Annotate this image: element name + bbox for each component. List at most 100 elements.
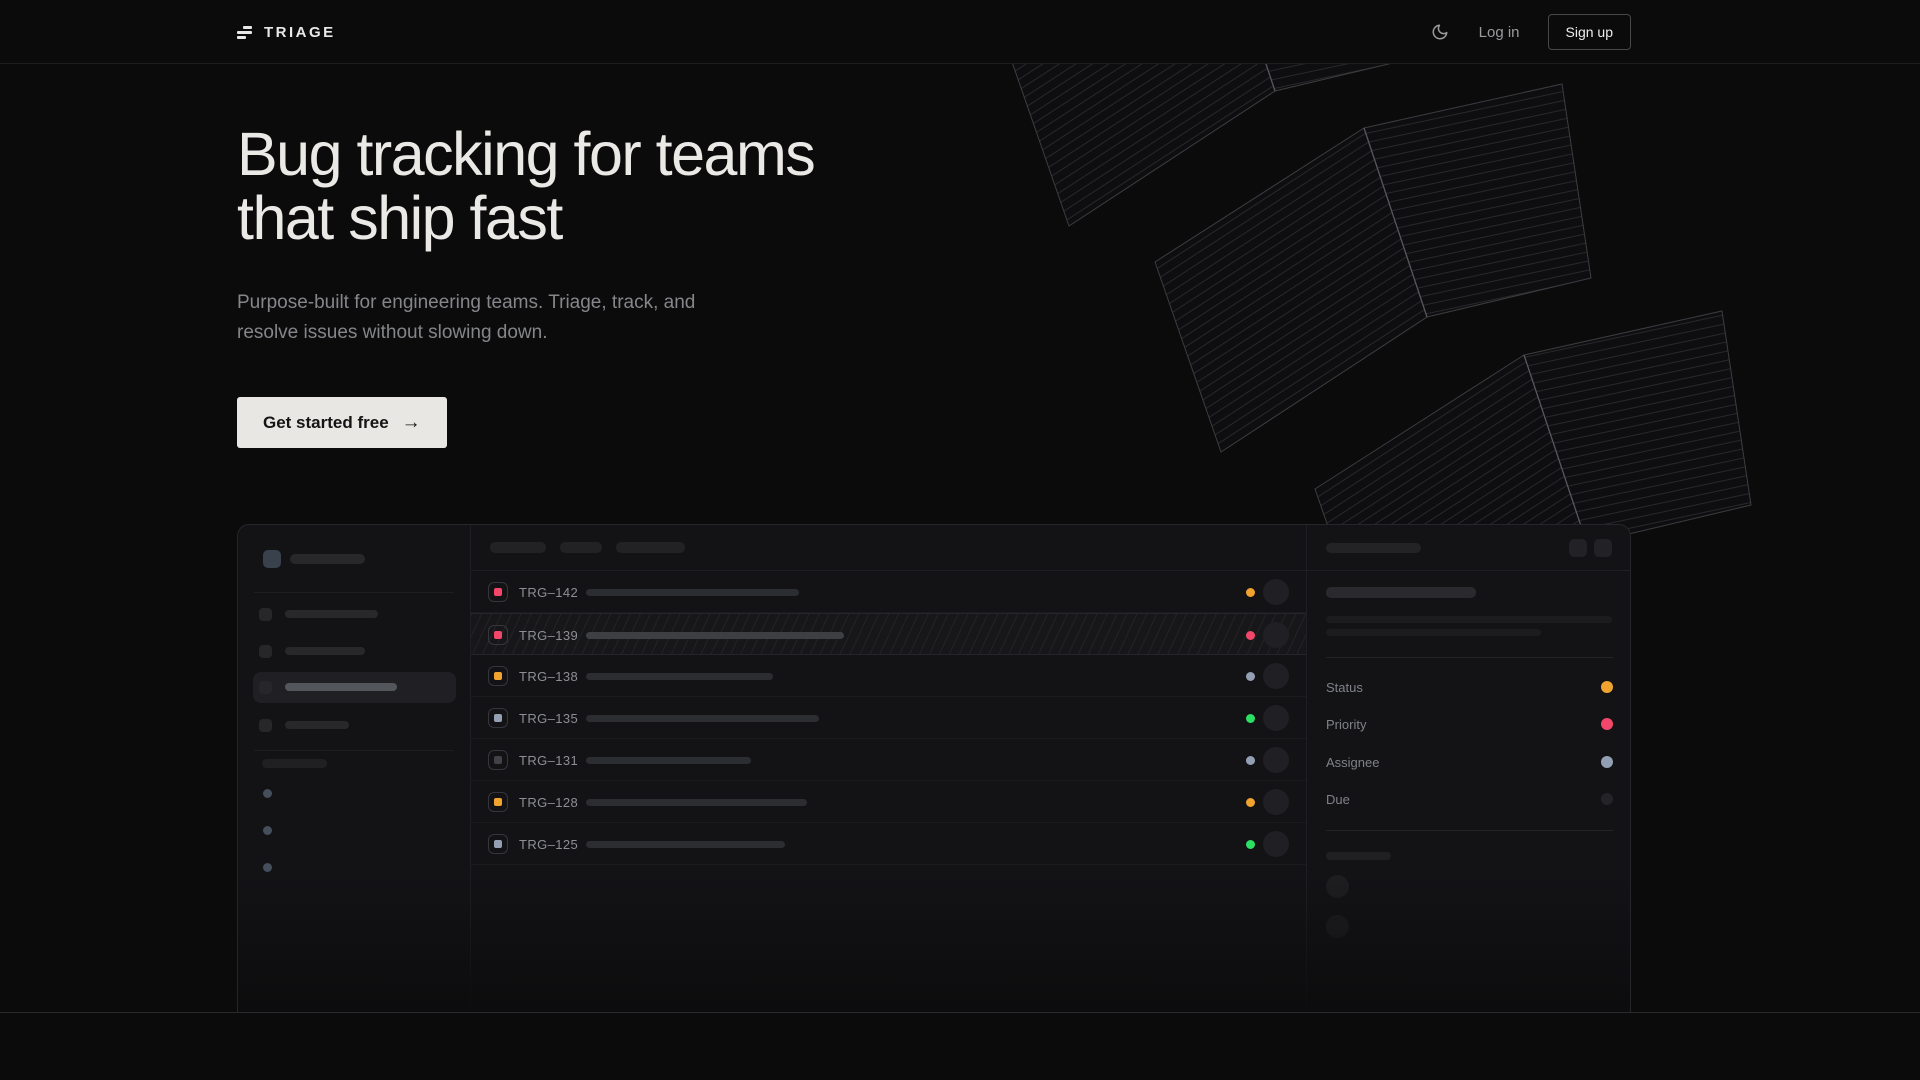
filter-skeleton: [616, 542, 685, 553]
issue-avatar: [1263, 622, 1289, 648]
issue-id: TRG–128: [519, 795, 578, 810]
landing-page: TRIAGE Log in Sign up Bug tracking for t…: [0, 0, 1920, 1080]
theme-toggle-button[interactable]: [1431, 22, 1451, 42]
mockup-detail-panel: Status Priority Assignee Due: [1307, 525, 1631, 1013]
subtitle-line-2: resolve issues without slowing down.: [237, 322, 548, 343]
detail-issue-title-skeleton: [1326, 587, 1476, 598]
issue-type-icon: [488, 750, 508, 770]
headline-line-2: that ship fast: [237, 184, 562, 252]
activity-avatar: [1326, 875, 1349, 898]
nav-item-skeleton: [285, 683, 397, 691]
nav-item-icon: [259, 608, 272, 621]
issue-status-dot: [1246, 672, 1255, 681]
issue-type-icon: [488, 582, 508, 602]
triage-logo-icon: [237, 26, 252, 39]
detail-field-due: Due: [1307, 789, 1631, 809]
sidebar-bullet: [263, 789, 272, 798]
sidebar-nav-item: [253, 636, 456, 667]
hero-subtitle: Purpose-built for engineering teams. Tri…: [237, 288, 695, 348]
get-started-button[interactable]: Get started free →: [237, 397, 447, 448]
issue-type-icon: [488, 666, 508, 686]
sidebar-divider: [254, 750, 454, 751]
get-started-label: Get started free: [263, 413, 389, 433]
mockup-sidebar: [238, 525, 471, 1013]
list-header: [471, 525, 1306, 571]
sidebar-nav-item-active: [253, 672, 456, 703]
workspace-name-skeleton: [290, 554, 365, 564]
detail-action-button: [1569, 539, 1587, 557]
detail-field-priority: Priority: [1307, 714, 1631, 734]
issue-id: TRG–139: [519, 628, 578, 643]
issue-row: TRG–142: [471, 571, 1306, 613]
issue-type-icon: [488, 708, 508, 728]
detail-field-status: Status: [1307, 677, 1631, 697]
detail-field-assignee: Assignee: [1307, 752, 1631, 772]
headline-line-1: Bug tracking for teams: [237, 120, 814, 188]
field-label: Due: [1326, 792, 1350, 807]
issue-row-selected: TRG–139: [471, 613, 1306, 655]
issue-title-skeleton: [586, 589, 799, 596]
brand-name: TRIAGE: [264, 24, 336, 41]
issue-title-skeleton: [586, 673, 773, 680]
field-label: Status: [1326, 680, 1363, 695]
issue-row: TRG–138: [471, 655, 1306, 697]
hero-headline: Bug tracking for teams that ship fast: [237, 122, 814, 250]
sidebar-bullet: [263, 826, 272, 835]
login-link[interactable]: Log in: [1479, 24, 1520, 41]
filter-skeleton: [560, 542, 602, 553]
due-value-dot: [1601, 793, 1613, 805]
mockup-issue-list: TRG–142 TRG–139 TRG–138 TR: [471, 525, 1307, 1013]
issue-status-dot: [1246, 588, 1255, 597]
nav-item-skeleton: [285, 610, 378, 618]
issue-row: TRG–128: [471, 781, 1306, 823]
issue-title-skeleton: [586, 799, 807, 806]
issue-type-icon: [488, 792, 508, 812]
activity-label-skeleton: [1326, 852, 1391, 860]
issue-avatar: [1263, 579, 1289, 605]
moon-icon: [1431, 23, 1449, 41]
issue-status-dot: [1246, 840, 1255, 849]
activity-avatar: [1326, 915, 1349, 938]
issue-id: TRG–131: [519, 753, 578, 768]
sidebar-divider: [254, 592, 454, 593]
detail-divider: [1326, 657, 1613, 658]
issue-status-dot: [1246, 714, 1255, 723]
app-mockup-card: TRG–142 TRG–139 TRG–138 TR: [237, 524, 1631, 1013]
issue-title-skeleton: [586, 841, 785, 848]
sidebar-nav-item: [253, 710, 456, 741]
issue-row: TRG–131: [471, 739, 1306, 781]
nav-item-skeleton: [285, 647, 365, 655]
issue-status-dot: [1246, 756, 1255, 765]
field-label: Priority: [1326, 717, 1366, 732]
status-value-dot: [1601, 681, 1613, 693]
issue-avatar: [1263, 789, 1289, 815]
issue-avatar: [1263, 663, 1289, 689]
issue-status-dot: [1246, 798, 1255, 807]
nav-item-icon: [259, 645, 272, 658]
nav-item-icon: [259, 681, 272, 694]
issue-type-icon: [488, 625, 508, 645]
issue-id: TRG–125: [519, 837, 578, 852]
issue-id: TRG–135: [519, 711, 578, 726]
subtitle-line-1: Purpose-built for engineering teams. Tri…: [237, 292, 695, 313]
issue-avatar: [1263, 831, 1289, 857]
filter-skeleton: [490, 542, 546, 553]
priority-value-dot: [1601, 718, 1613, 730]
brand-logo[interactable]: TRIAGE: [237, 24, 336, 41]
issue-status-dot: [1246, 631, 1255, 640]
sidebar-bullet: [263, 863, 272, 872]
issue-title-skeleton: [586, 715, 819, 722]
workspace-avatar: [263, 550, 281, 568]
detail-divider: [1326, 830, 1613, 831]
issue-row: TRG–135: [471, 697, 1306, 739]
issue-avatar: [1263, 705, 1289, 731]
issue-id: TRG–138: [519, 669, 578, 684]
signup-button[interactable]: Sign up: [1548, 14, 1631, 50]
detail-title-skeleton: [1326, 543, 1421, 553]
issue-avatar: [1263, 747, 1289, 773]
detail-text-skeleton: [1326, 616, 1612, 623]
issue-type-icon: [488, 834, 508, 854]
section-divider: [0, 1012, 1920, 1013]
detail-header: [1307, 525, 1631, 571]
issue-id: TRG–142: [519, 585, 578, 600]
